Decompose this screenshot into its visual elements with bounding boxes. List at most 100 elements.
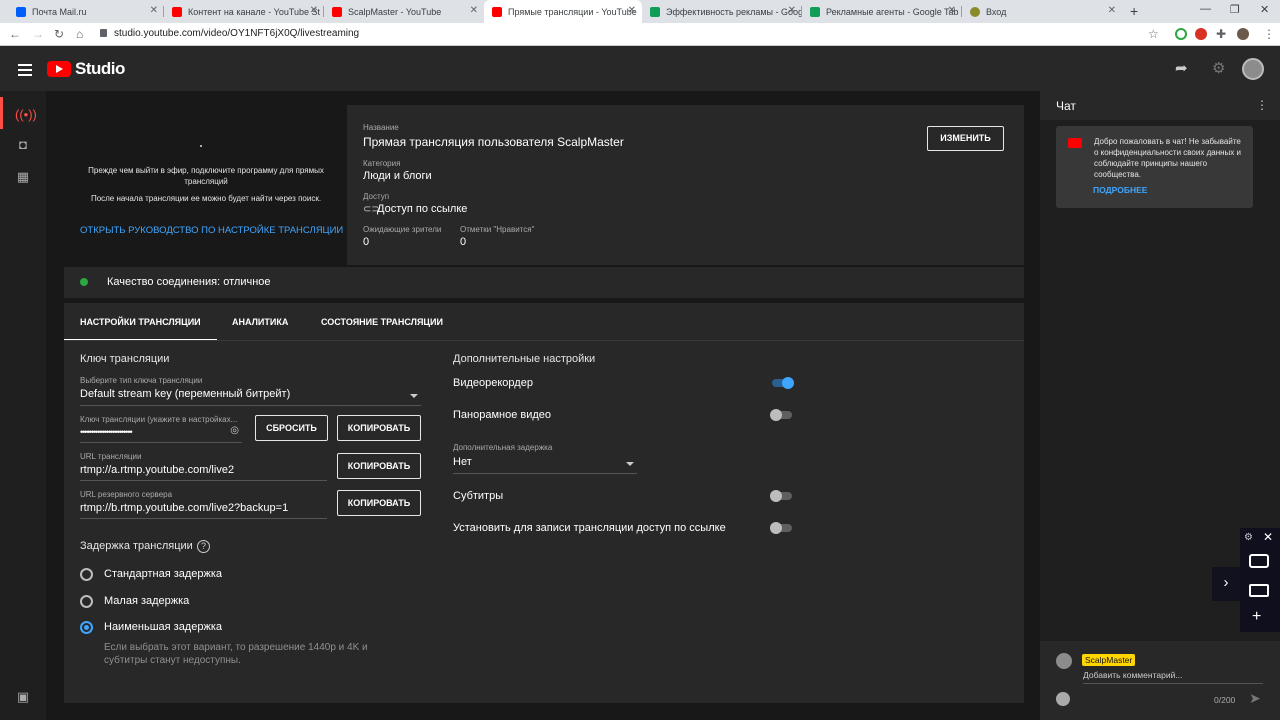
window-close-icon[interactable]: ✕ [1260, 3, 1269, 16]
minimize-icon[interactable]: — [1200, 3, 1211, 15]
adblock-icon[interactable] [1195, 28, 1207, 40]
gear-icon[interactable]: ⚙ [1244, 532, 1253, 543]
left-navigation-rail: ((•)) ◘ ▦ ▣ [0, 91, 46, 720]
panorama-toggle-knob[interactable] [770, 409, 782, 421]
dvr-label: Видеорекордер [453, 377, 533, 389]
camera-icon[interactable]: ◘ [15, 137, 31, 153]
send-icon[interactable]: ➤ [1249, 690, 1261, 707]
browser-tab-login[interactable]: Вход ✕ [962, 0, 1122, 23]
latency-standard-label[interactable]: Стандартная задержка [104, 568, 222, 580]
backup-url-value: rtmp://b.rtmp.youtube.com/live2?backup=1 [80, 502, 289, 514]
status-dot-icon [80, 278, 88, 286]
maximize-icon[interactable]: ❐ [1230, 3, 1240, 16]
chat-comment-input[interactable]: Добавить комментарий... [1083, 670, 1182, 680]
new-tab-icon[interactable]: + [1130, 3, 1138, 19]
profile-avatar-icon[interactable] [1237, 28, 1249, 40]
copy-key-button[interactable]: КОПИРОВАТЬ [337, 415, 421, 441]
extra-delay-label: Дополнительная задержка [453, 443, 553, 452]
chevron-right-icon[interactable]: › [1212, 567, 1240, 601]
latency-ultralow-label[interactable]: Наименьшая задержка [104, 621, 222, 633]
tab-title: Почта Mail.ru [32, 6, 87, 17]
tab-title: Прямые трансляции - YouTube [508, 6, 637, 17]
backup-url-field[interactable]: rtmp://b.rtmp.youtube.com/live2?backup=1 [80, 500, 327, 519]
latency-note: Если выбрать этот вариант, то разрешение… [104, 642, 368, 666]
reload-icon[interactable]: ↻ [54, 27, 64, 41]
setup-guide-link[interactable]: ОТКРЫТЬ РУКОВОДСТВО ПО НАСТРОЙКЕ ТРАНСЛЯ… [80, 225, 343, 236]
extension-green-icon[interactable] [1175, 28, 1187, 40]
title-label: Название [363, 123, 399, 132]
browser-tab-mail[interactable]: Почта Mail.ru ✕ [8, 0, 164, 23]
more-vert-icon[interactable]: ⋮ [1256, 98, 1268, 112]
latency-standard-radio[interactable] [80, 568, 93, 581]
plus-icon[interactable]: + [1252, 608, 1261, 626]
home-icon[interactable]: ⌂ [76, 27, 83, 41]
stream-key-field[interactable]: •••••••••••••••••••••••• ◎ [80, 425, 242, 443]
chat-avatar [1056, 653, 1072, 669]
copy-url-button[interactable]: КОПИРОВАТЬ [337, 453, 421, 479]
video-icon[interactable] [1249, 584, 1269, 597]
chat-input-underline [1083, 683, 1263, 684]
help-icon[interactable]: ? [197, 540, 210, 553]
latency-low-radio[interactable] [80, 595, 93, 608]
close-icon[interactable]: ✕ [628, 5, 636, 16]
dropdown-arrow-icon [410, 394, 418, 398]
subtitles-toggle-knob[interactable] [770, 490, 782, 502]
preview-dot [200, 145, 202, 147]
live-broadcast-icon[interactable]: ((•)) [15, 107, 37, 123]
browser-tab-livestreams[interactable]: Прямые трансляции - YouTube ✕ [484, 0, 642, 23]
close-icon[interactable]: ✕ [1263, 530, 1273, 544]
eye-off-icon[interactable]: ◎ [230, 425, 239, 436]
extra-delay-select[interactable]: Нет [453, 454, 637, 474]
key-type-select[interactable]: Default stream key (переменный битрейт) [80, 386, 421, 406]
likes-label: Отметки "Нравится" [460, 225, 535, 234]
browser-tab-scalpmaster[interactable]: ScalpMaster - YouTube ✕ [324, 0, 484, 23]
back-icon[interactable]: ← [9, 27, 21, 41]
tab-analytics[interactable]: АНАЛИТИКА [232, 317, 288, 327]
extensions-puzzle-icon[interactable]: ✚ [1216, 27, 1226, 41]
share-icon[interactable]: ➦ [1175, 59, 1188, 77]
camera-icon[interactable] [1249, 554, 1269, 568]
category-label: Категория [363, 159, 401, 168]
latency-low-label[interactable]: Малая задержка [104, 595, 189, 607]
waiting-viewers-count: 0 [363, 236, 370, 248]
menu-icon[interactable] [18, 64, 32, 79]
close-icon[interactable]: ✕ [1108, 5, 1116, 16]
browser-menu-icon[interactable]: ⋮ [1263, 27, 1275, 41]
edit-button[interactable]: ИЗМЕНИТЬ [927, 126, 1004, 151]
close-icon[interactable]: ✕ [948, 5, 956, 16]
close-icon[interactable]: ✕ [470, 5, 478, 16]
browser-tab-ads-effectiveness[interactable]: Эффективность рекламы - Goog ✕ [642, 0, 802, 23]
gear-icon[interactable]: ⚙ [1212, 59, 1225, 77]
stream-url-field[interactable]: rtmp://a.rtmp.youtube.com/live2 [80, 462, 327, 481]
youtube-logo-icon[interactable] [47, 61, 71, 77]
close-icon[interactable]: ✕ [788, 5, 796, 16]
category-value: Люди и блоги [363, 170, 432, 182]
copy-backup-url-button[interactable]: КОПИРОВАТЬ [337, 490, 421, 516]
stream-title: Прямая трансляция пользователя ScalpMast… [363, 135, 624, 149]
reset-key-button[interactable]: СБРОСИТЬ [255, 415, 328, 441]
tab-stream-status[interactable]: СОСТОЯНИЕ ТРАНСЛЯЦИИ [321, 317, 443, 327]
youtube-favicon-icon [172, 6, 182, 17]
chat-more-link[interactable]: ПОДРОБНЕЕ [1093, 185, 1147, 195]
bookmark-star-icon[interactable]: ☆ [1148, 27, 1159, 41]
browser-tab-youtube-content[interactable]: Контент на канале - YouTube St ✕ [164, 0, 324, 23]
latency-ultralow-radio[interactable] [80, 621, 93, 634]
dvr-toggle-knob[interactable] [782, 377, 794, 389]
browser-tab-ad-agents[interactable]: Рекламные агенты - Google Tab ✕ [802, 0, 962, 23]
extra-delay-value: Нет [453, 456, 472, 468]
lock-icon [100, 29, 107, 37]
dropdown-arrow-icon [626, 462, 634, 466]
forward-icon[interactable]: → [32, 27, 44, 41]
close-icon[interactable]: ✕ [310, 5, 318, 16]
url-input[interactable]: studio.youtube.com/video/OY1NFT6jX0Q/liv… [114, 28, 359, 39]
latency-title: Задержка трансляции [80, 540, 193, 552]
sheets-favicon-icon [810, 6, 820, 17]
close-icon[interactable]: ✕ [150, 5, 158, 16]
emoji-icon[interactable] [1056, 692, 1070, 706]
account-avatar[interactable] [1242, 58, 1264, 80]
tab-stream-settings[interactable]: НАСТРОЙКИ ТРАНСЛЯЦИИ [80, 317, 201, 327]
unlisted-record-toggle-knob[interactable] [770, 522, 782, 534]
likes-count: 0 [460, 236, 467, 248]
feedback-icon[interactable]: ▣ [15, 689, 31, 705]
calendar-icon[interactable]: ▦ [15, 169, 31, 185]
